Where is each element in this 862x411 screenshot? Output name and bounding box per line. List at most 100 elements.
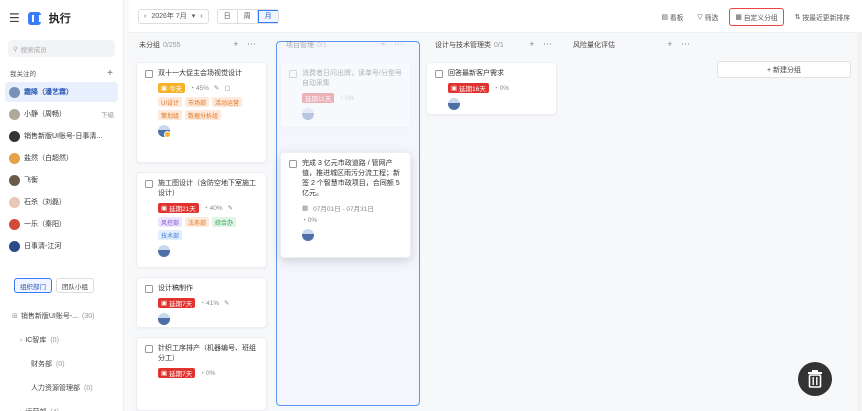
assignee-avatar[interactable] — [448, 98, 460, 110]
calendar-icon: ▣ — [451, 85, 458, 92]
column-project-mgmt: 项目管理 0/1 + ⋯ — [276, 39, 410, 50]
assignee-avatar[interactable] — [158, 245, 170, 257]
tag: UI设计 — [158, 97, 183, 107]
date-picker[interactable]: ‹ 2026年 7月 ▾ › — [138, 8, 209, 24]
progress-value: 45% — [195, 84, 209, 92]
task-title: 消费者日问出牌，读单号/分型号自动采集 — [302, 70, 402, 87]
add-follow-button[interactable]: + — [107, 68, 113, 79]
sidebar-user-item[interactable]: 盐然（白超然） — [5, 148, 118, 168]
progress: ◔ 0% — [302, 217, 318, 224]
assignee-avatar[interactable] — [302, 229, 314, 241]
column-header: 风险量化评估 + ⋯ — [563, 39, 697, 50]
assignee-avatar[interactable] — [158, 125, 171, 138]
task-card[interactable]: 双十一大促主会场视觉设计 ▣ 今天 ◔ 45% ✎ ▢ UI设计 市场部 活动运营… — [136, 62, 267, 163]
task-title: 施工图设计（含防空地下室施工设计） — [158, 180, 256, 197]
task-card[interactable]: 设计稿制作 ▣ 延期7天 ◔ 41% ✎ — [136, 277, 267, 328]
column-header: 设计与技术管理类 0/1 + ⋯ — [425, 39, 559, 50]
task-title: 设计稿制作 — [158, 285, 193, 292]
edit-icon[interactable]: ✎ — [214, 84, 219, 92]
caret-down-icon: ▾ — [191, 13, 196, 20]
column-actions[interactable]: + ⋯ — [233, 39, 259, 50]
org-team-toggle: 组织部门 团队小组 — [14, 278, 94, 293]
org-tree-item[interactable]: ⊞ 销售新版UI账号-... (30) — [0, 304, 124, 328]
sidebar-user-item[interactable]: 日事清-江河 — [5, 236, 118, 256]
menu-icon[interactable]: ☰ — [9, 11, 20, 25]
column-header: 项目管理 0/1 + ⋯ — [276, 39, 410, 50]
tab-team[interactable]: 团队小组 — [56, 278, 94, 293]
org-tree-item[interactable]: › IC智库 (0) — [0, 328, 124, 352]
new-group-button[interactable]: + 新建分组 — [717, 61, 851, 78]
org-label: IC智库 — [25, 337, 47, 344]
sidebar-user-item[interactable]: 一乐（秦阳） — [5, 214, 118, 234]
expand-icon[interactable]: › — [20, 337, 22, 344]
column-count: 0/255 — [163, 41, 181, 49]
column-title: 设计与技术管理类 — [435, 41, 491, 49]
edit-icon[interactable]: ✎ — [224, 299, 229, 307]
sidebar-user-item[interactable]: 霜降（潘艺霖） — [5, 82, 118, 102]
due-badge: ▣ 延期7天 — [158, 298, 196, 308]
column-title: 项目管理 — [286, 41, 314, 49]
task-card[interactable]: 回答最新客户需求 ▣ 延期16天 ◔ 0% — [426, 62, 557, 115]
sidebar-user-item[interactable]: 销售新版UI账号-日事清... — [5, 126, 118, 146]
org-tree-item[interactable]: 财务部 (0) — [0, 352, 124, 376]
task-checkbox[interactable] — [145, 180, 153, 188]
column-title: 风险量化评估 — [573, 41, 615, 49]
column-actions[interactable]: + ⋯ — [380, 39, 406, 50]
task-checkbox[interactable] — [289, 160, 297, 168]
task-checkbox[interactable] — [145, 70, 153, 78]
task-card[interactable]: 施工图设计（含防空地下室施工设计） ▣ 延期21天 ◔ 40% ✎ 风控部 法务部… — [136, 172, 267, 268]
custom-group-label: 自定义分组 — [743, 15, 778, 22]
org-count: (30) — [82, 312, 95, 320]
board-button[interactable]: ▤ 看板 — [658, 8, 686, 26]
progress-value: 0% — [307, 217, 318, 224]
view-week[interactable]: 周 — [238, 9, 258, 23]
dragging-task-card[interactable]: 完成 3 亿元市政道路 / 管网产值，推进城区雨污分流工程；新签 2 个智慧市政… — [280, 152, 411, 258]
comment-icon[interactable]: ▢ — [224, 84, 230, 92]
assignee-avatar[interactable] — [158, 313, 170, 325]
view-month[interactable]: 月 — [257, 9, 278, 23]
followed-section: 我关注的 + — [0, 68, 123, 79]
sidebar: ☰ 执行 ⚲ 搜索成员 我关注的 + 霜降（潘艺霖） 小静（周畅） 下级 销售新版UI… — [0, 0, 124, 411]
next-icon[interactable]: › — [200, 13, 202, 20]
tag: 法务部 — [185, 217, 210, 227]
due-badge: ▣ 延期21天 — [158, 203, 199, 213]
filter-button[interactable]: ▽ 筛选 — [694, 8, 721, 26]
expand-icon[interactable]: ⊞ — [12, 312, 18, 320]
sort-button[interactable]: ⇅ 按最近更新排序 — [792, 8, 853, 26]
custom-group-button[interactable]: ▦ 自定义分组 — [729, 8, 784, 26]
due-text: 延期21天 — [169, 206, 196, 213]
view-day[interactable]: 日 — [218, 9, 238, 23]
board-label: 看板 — [669, 15, 684, 22]
trash-drop-button[interactable] — [798, 362, 832, 396]
org-tree-item[interactable]: › 运营部(4) — [0, 400, 124, 411]
sidebar-user-item[interactable]: 石杀（刘磊） — [5, 192, 118, 212]
task-checkbox[interactable] — [435, 70, 443, 78]
view-switcher: 日 周 月 — [216, 8, 279, 24]
tag: 风控部 — [158, 217, 183, 227]
tab-org[interactable]: 组织部门 — [14, 278, 52, 293]
prev-icon[interactable]: ‹ — [144, 13, 146, 20]
board-scrollbar[interactable] — [857, 33, 862, 411]
avatar — [9, 174, 20, 186]
sidebar-user-item[interactable]: 小静（周畅） 下级 — [5, 104, 118, 124]
task-checkbox[interactable] — [145, 345, 153, 353]
user-name: 飞衡 — [24, 177, 38, 184]
calendar-icon: ▣ — [161, 300, 168, 307]
progress: ◔ 45% — [190, 84, 209, 92]
task-checkbox[interactable] — [145, 285, 153, 293]
column-actions[interactable]: + ⋯ — [667, 39, 693, 50]
sidebar-user-item[interactable]: 飞衡 — [5, 170, 118, 190]
task-title: 双十一大促主会场视觉设计 — [158, 70, 242, 77]
progress: ◔ 40% — [203, 204, 223, 212]
task-card[interactable]: 针织工序排产（机器编号、班组分工） ▣ 延期7天 ◔ 0% — [136, 337, 267, 411]
trash-icon — [808, 370, 822, 388]
calendar-icon: ▣ — [161, 85, 168, 92]
member-search-input[interactable]: ⚲ 搜索成员 — [8, 40, 115, 57]
column-actions[interactable]: + ⋯ — [529, 39, 555, 50]
org-count: (0) — [50, 336, 59, 344]
kanban-board: 未分组 0/255 + ⋯ 双十一大促主会场视觉设计 ▣ 今天 ◔ 45% ✎ ▢ … — [129, 33, 862, 411]
sidebar-header: ☰ 执行 — [0, 0, 123, 36]
edit-icon[interactable]: ✎ — [228, 204, 233, 212]
section-title: 我关注的 — [10, 71, 36, 78]
org-tree-item[interactable]: 人力资源管理部 (0) — [0, 376, 124, 400]
